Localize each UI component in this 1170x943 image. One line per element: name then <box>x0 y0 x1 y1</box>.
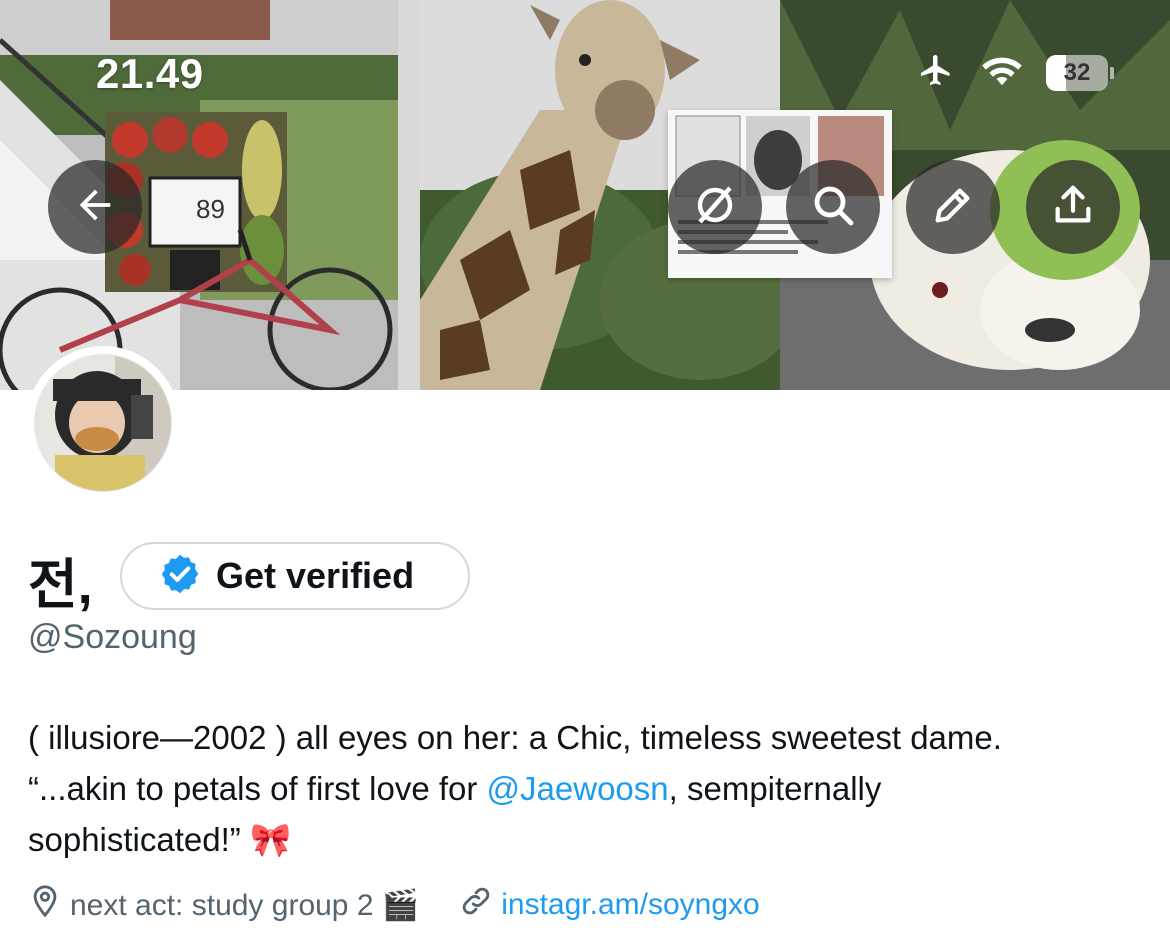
share-button[interactable] <box>1026 160 1120 254</box>
pencil-icon <box>930 182 976 233</box>
get-verified-label: Get verified <box>216 555 415 596</box>
search-button[interactable] <box>786 160 880 254</box>
bio-line-2: “...akin to petals of first love for @Ja… <box>28 763 1148 814</box>
edit-button[interactable] <box>906 160 1000 254</box>
no-filter-icon <box>691 181 739 234</box>
wifi-icon <box>980 52 1024 93</box>
battery-icon: 32 <box>1046 54 1114 91</box>
location-text: next act: study group 2 🎬 <box>70 888 420 922</box>
back-button[interactable] <box>48 160 142 254</box>
website-link[interactable]: instagr.am/soyngxo <box>501 888 759 922</box>
status-time: 21.49 <box>96 50 204 97</box>
bio-text: , sempiternally <box>668 770 882 807</box>
no-filter-button[interactable] <box>668 160 762 254</box>
verified-badge-icon <box>158 552 202 601</box>
profile-banner[interactable]: 89 21.49 32 <box>0 0 1170 390</box>
bio-mention-link[interactable]: @Jaewoosn <box>487 770 669 807</box>
battery-level: 32 <box>1063 58 1091 86</box>
price-tag-text: 89 <box>196 194 225 224</box>
search-icon <box>809 181 857 234</box>
airplane-icon <box>914 52 958 93</box>
website-item[interactable]: instagr.am/soyngxo <box>459 884 760 926</box>
location-pin-icon <box>28 884 62 926</box>
share-icon <box>1050 182 1096 233</box>
avatar-photo <box>34 354 172 492</box>
profile-bio: ( illusiore—2002 ) all eyes on her: a Ch… <box>28 712 1148 865</box>
bio-line-3: sophisticated!” 🎀 <box>28 821 292 858</box>
link-icon <box>459 884 493 926</box>
profile-meta: next act: study group 2 🎬 instagr.am/soy… <box>28 884 760 926</box>
avatar[interactable] <box>26 346 180 500</box>
bio-text: “...akin to petals of first love for <box>28 770 487 807</box>
user-handle: @Sozoung <box>28 618 197 656</box>
arrow-left-icon <box>72 182 118 233</box>
location-item: next act: study group 2 🎬 <box>28 884 419 926</box>
status-icons: 32 <box>914 52 1114 93</box>
bio-line-1: ( illusiore—2002 ) all eyes on her: a Ch… <box>28 719 1002 756</box>
get-verified-button[interactable]: Get verified <box>120 542 470 610</box>
display-name: 전, <box>28 555 93 615</box>
